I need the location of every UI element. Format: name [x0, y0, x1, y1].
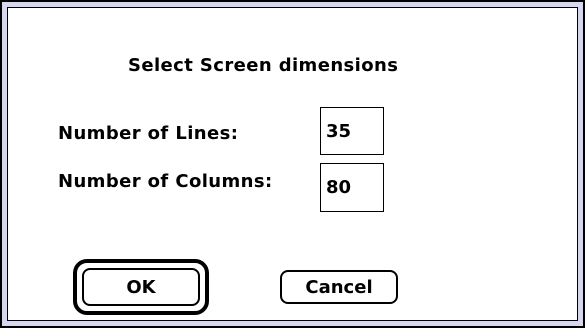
dialog-title: Select Screen dimensions — [128, 55, 399, 76]
ok-button[interactable]: OK — [82, 268, 200, 306]
default-button-ring: OK — [73, 259, 209, 315]
lines-label: Number of Lines: — [58, 123, 239, 144]
lines-input[interactable] — [320, 107, 384, 155]
cancel-button[interactable]: Cancel — [280, 270, 398, 304]
dialog-content: Select Screen dimensions Number of Lines… — [7, 7, 578, 321]
columns-label: Number of Columns: — [58, 171, 273, 192]
dialog-window: Select Screen dimensions Number of Lines… — [0, 0, 585, 328]
dialog-border: Select Screen dimensions Number of Lines… — [2, 2, 583, 326]
columns-input[interactable] — [320, 163, 384, 212]
